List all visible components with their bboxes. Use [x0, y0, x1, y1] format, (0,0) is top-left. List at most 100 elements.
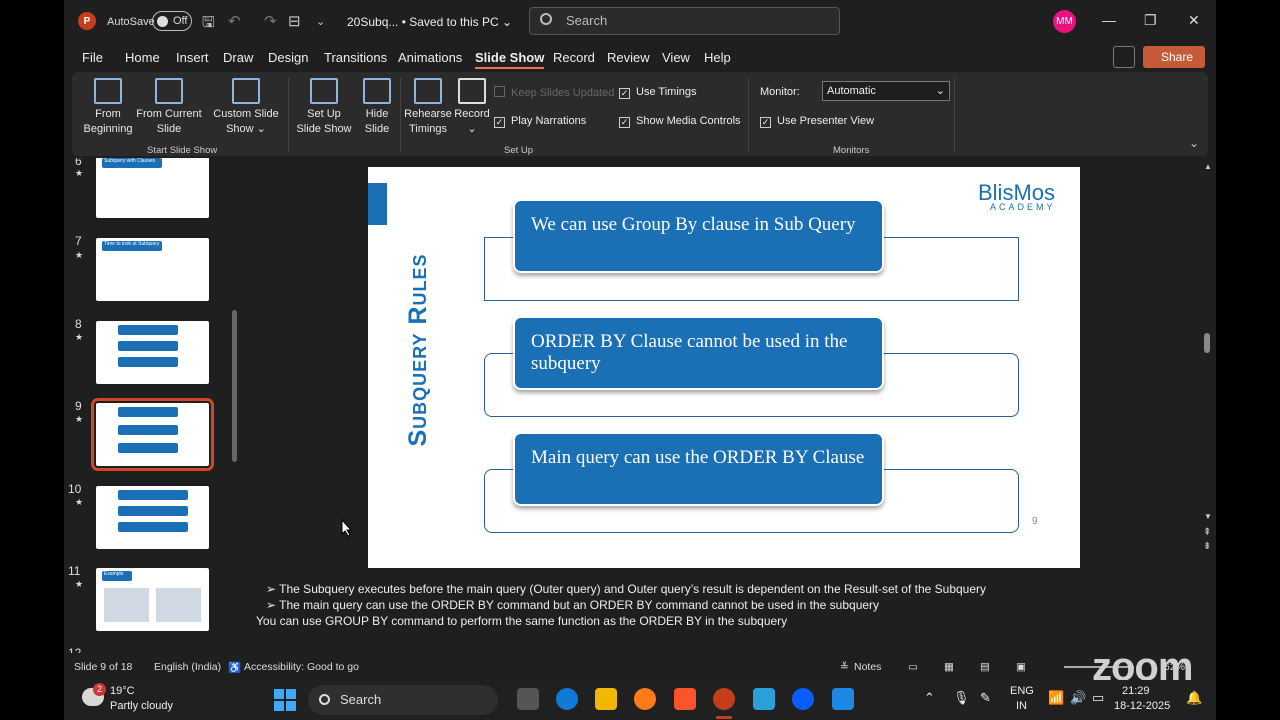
weather-temp[interactable]: 19°C — [110, 685, 135, 697]
taskbar-search[interactable]: Search — [308, 685, 498, 715]
title-bar: P AutoSave Off 🖫 ↶ ↷ ⊟ ⌄ 20Subq... • Sav… — [64, 0, 1216, 44]
play-narrations-checkbox[interactable]: ✓ Play Narrations — [494, 115, 586, 128]
zoom-app-icon[interactable] — [792, 688, 814, 710]
tab-design[interactable]: Design — [268, 50, 308, 65]
set-up-slide-show-button[interactable]: Set Up Slide Show — [294, 78, 354, 137]
collapse-ribbon-icon[interactable]: ⌄ — [1189, 136, 1199, 150]
record-button[interactable]: Record ⌄ — [453, 78, 491, 137]
close-icon[interactable]: ✕ — [1188, 12, 1200, 29]
customize-toolbar-icon[interactable]: ⌄ — [316, 15, 325, 28]
document-name[interactable]: 20Subq... • Saved to this PC ⌄ — [347, 15, 512, 29]
ribbon-divider — [288, 78, 289, 152]
minimize-icon[interactable]: — — [1102, 12, 1116, 28]
accessibility-status[interactable]: Accessibility: Good to go — [244, 661, 359, 673]
microphone-icon[interactable]: 🎙 — [953, 690, 970, 706]
previous-slide-icon[interactable]: ⇞ — [1203, 528, 1211, 538]
brave-icon[interactable] — [674, 688, 696, 710]
tab-view[interactable]: View — [662, 50, 690, 65]
show-media-controls-checkbox[interactable]: ✓ Show Media Controls — [619, 115, 741, 128]
share-button[interactable]: Share — [1143, 46, 1205, 68]
file-explorer-icon[interactable] — [595, 688, 617, 710]
tab-animations[interactable]: Animations — [398, 50, 462, 65]
save-icon[interactable]: 🖫 — [202, 12, 215, 37]
slideshow-view-icon[interactable]: ▣ — [1016, 661, 1026, 673]
speaker-notes[interactable]: ➢ The Subquery executes before the main … — [246, 574, 1216, 654]
hide-slide-button[interactable]: Hide Slide — [357, 78, 397, 137]
note-line: You can use GROUP BY command to perform … — [256, 614, 788, 628]
language-status[interactable]: English (India) — [154, 661, 221, 673]
pen-icon[interactable]: ✎ — [980, 690, 991, 706]
tab-insert[interactable]: Insert — [176, 50, 209, 65]
checkmark-icon: ✓ — [494, 117, 505, 128]
weather-desc[interactable]: Partly cloudy — [110, 700, 173, 712]
next-slide-icon[interactable]: ⇟ — [1203, 542, 1211, 552]
task-view-icon[interactable] — [517, 688, 539, 710]
tab-record[interactable]: Record — [553, 50, 595, 65]
thumbnail-scrollbar[interactable] — [232, 310, 237, 462]
present-icon[interactable]: ⊟ — [288, 12, 301, 30]
use-timings-label: Use Timings — [636, 86, 697, 98]
user-avatar[interactable]: MM — [1053, 10, 1076, 33]
slide-thumbnail-10[interactable] — [96, 486, 209, 549]
reading-view-icon[interactable]: ▤ — [980, 661, 990, 673]
slide-thumbnail-8[interactable] — [96, 321, 209, 384]
app-icon[interactable] — [832, 688, 854, 710]
tab-help[interactable]: Help — [704, 50, 731, 65]
language-region[interactable]: IN — [1016, 700, 1027, 712]
search-input[interactable]: Search — [529, 7, 840, 35]
undo-icon[interactable]: ↶ — [228, 12, 241, 30]
tab-transitions[interactable]: Transitions — [324, 50, 387, 65]
note-line: ➢ The Subquery executes before the main … — [266, 582, 987, 596]
language-code[interactable]: ENG — [1010, 685, 1034, 697]
firefox-icon[interactable] — [634, 688, 656, 710]
comments-button[interactable] — [1113, 46, 1135, 68]
wifi-icon[interactable]: 📶 — [1048, 690, 1064, 706]
monitor-label: Monitor: — [760, 86, 800, 98]
scroll-down-icon[interactable]: ▼ — [1204, 512, 1212, 521]
slideshow-current-icon — [155, 78, 183, 104]
use-timings-checkbox[interactable]: ✓ Use Timings — [619, 86, 697, 99]
chevron-up-icon[interactable]: ⌃ — [924, 690, 935, 706]
scroll-up-icon[interactable]: ▲ — [1204, 162, 1212, 171]
clock-date[interactable]: 18-12-2025 — [1114, 700, 1170, 712]
from-beginning-button[interactable]: From Beginning — [82, 78, 134, 137]
slide[interactable]: Subquery Rules BlisMos ACADEMY We can us… — [368, 167, 1080, 568]
tab-home[interactable]: Home — [125, 50, 160, 65]
slide-thumbnail-7[interactable]: Time to look at Subquery — [96, 238, 209, 301]
powerpoint-icon: P — [78, 12, 96, 30]
checkmark-icon: ✓ — [760, 117, 771, 128]
from-current-slide-button[interactable]: From Current Slide — [136, 78, 202, 137]
notes-button[interactable]: Notes — [854, 661, 881, 673]
normal-view-icon[interactable]: ▭ — [908, 661, 918, 673]
weather-badge: 2 — [93, 683, 106, 696]
tab-review[interactable]: Review — [607, 50, 650, 65]
canvas-scrollbar[interactable] — [1204, 333, 1210, 353]
redo-icon[interactable]: ↷ — [264, 12, 277, 30]
slide-thumbnail-6[interactable]: Subquery with Clauses — [96, 158, 209, 218]
restore-icon[interactable]: ❐ — [1144, 12, 1157, 29]
monitor-select[interactable]: Automatic ⌄ — [822, 81, 950, 101]
notification-bell-icon[interactable]: 🔔 — [1186, 690, 1202, 706]
slide-sorter-icon[interactable]: ▦ — [944, 661, 954, 673]
clock-time[interactable]: 21:29 — [1122, 685, 1150, 697]
edge-icon[interactable] — [556, 688, 578, 710]
windows-start-icon[interactable] — [274, 689, 296, 711]
star-icon: ★ — [75, 414, 84, 424]
tab-file[interactable]: File — [82, 50, 103, 65]
autosave-toggle[interactable]: Off — [152, 11, 192, 31]
slide-title: Subquery Rules — [404, 253, 432, 447]
use-presenter-view-checkbox[interactable]: ✓ Use Presenter View — [760, 115, 874, 128]
setup-show-label: Set Up Slide Show — [296, 108, 352, 135]
autosave-label: AutoSave — [107, 16, 155, 28]
custom-slide-show-button[interactable]: Custom Slide Show ⌄ — [210, 78, 282, 137]
volume-icon[interactable]: 🔊 — [1070, 690, 1086, 706]
slide-thumbnail-9[interactable] — [91, 398, 214, 471]
rehearse-timings-button[interactable]: Rehearse Timings — [404, 78, 452, 137]
slide-thumbnail-11[interactable]: Example — [96, 568, 209, 631]
powerpoint-taskbar-icon[interactable] — [713, 688, 735, 710]
tab-slide-show[interactable]: Slide Show — [475, 50, 545, 69]
tab-draw[interactable]: Draw — [223, 50, 253, 65]
battery-icon[interactable]: ▭ — [1092, 690, 1104, 706]
notepad-icon[interactable] — [753, 688, 775, 710]
show-media-label: Show Media Controls — [636, 115, 741, 127]
